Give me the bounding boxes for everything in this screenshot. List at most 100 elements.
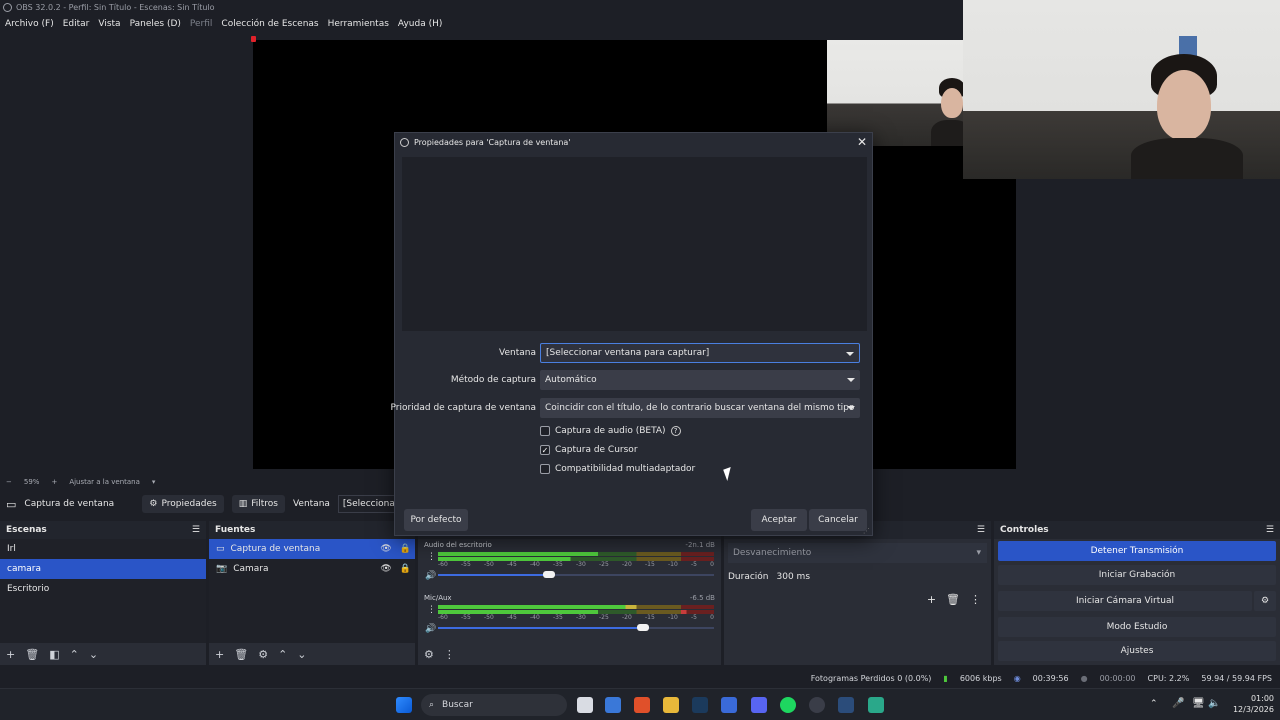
virtualcam-row: Iniciar Cámara Virtual ⚙ bbox=[994, 589, 1280, 615]
add-scene-icon[interactable]: + bbox=[6, 648, 15, 661]
store-icon[interactable] bbox=[605, 697, 621, 713]
menu-coleccion-escenas[interactable]: Colección de Escenas bbox=[221, 19, 318, 29]
transition-select[interactable]: Desvanecimiento ▾ bbox=[728, 543, 987, 563]
speaker-icon[interactable]: 🔊 bbox=[425, 571, 436, 581]
file-explorer-icon[interactable] bbox=[663, 697, 679, 713]
zoom-level: 59% bbox=[23, 478, 40, 486]
add-source-icon[interactable]: + bbox=[215, 648, 224, 661]
transition-menu-icon[interactable]: ⋮ bbox=[970, 593, 981, 606]
clock-date[interactable]: 12/3/2026 bbox=[1224, 705, 1274, 714]
delete-transition-icon[interactable]: 🗑 bbox=[946, 593, 960, 606]
menu-paneles[interactable]: Paneles (D) bbox=[130, 19, 181, 29]
channel-menu-icon[interactable]: ⋮ bbox=[427, 552, 436, 562]
settings-button[interactable]: Ajustes bbox=[998, 641, 1276, 661]
multiadapter-row[interactable]: Compatibilidad multiadaptador bbox=[540, 462, 695, 476]
close-icon[interactable]: ✕ bbox=[857, 135, 867, 149]
channel-menu-icon[interactable]: ⋮ bbox=[427, 605, 436, 615]
obs-logo-icon bbox=[400, 137, 409, 147]
zoom-out-button[interactable]: − bbox=[6, 478, 12, 486]
source-item-window-capture[interactable]: ▭ Captura de ventana 👁 🔒 bbox=[209, 539, 415, 559]
menu-archivo[interactable]: Archivo (F) bbox=[5, 19, 54, 29]
method-label: Método de captura bbox=[450, 375, 536, 385]
properties-button[interactable]: ⚙ Propiedades bbox=[142, 495, 224, 513]
audio-capture-checkbox[interactable] bbox=[540, 426, 550, 436]
cursor-capture-row[interactable]: ✓ Captura de Cursor bbox=[540, 443, 638, 457]
dock-menu-icon[interactable]: ☰ bbox=[977, 525, 985, 535]
add-transition-icon[interactable]: + bbox=[927, 593, 936, 606]
chevron-down-icon[interactable]: ▾ bbox=[152, 478, 156, 486]
dock-menu-icon[interactable]: ☰ bbox=[192, 525, 200, 535]
delete-scene-icon[interactable]: 🗑 bbox=[25, 648, 39, 661]
app-icon[interactable] bbox=[721, 697, 737, 713]
multiadapter-checkbox[interactable] bbox=[540, 464, 550, 474]
method-select[interactable]: Automático bbox=[540, 370, 860, 390]
task-view-icon[interactable] bbox=[577, 697, 593, 713]
menu-herramientas[interactable]: Herramientas bbox=[328, 19, 389, 29]
eye-icon[interactable]: 👁 bbox=[380, 544, 391, 554]
resize-grip-icon[interactable]: ⋰ bbox=[863, 527, 870, 535]
volume-knob[interactable] bbox=[542, 571, 555, 578]
zoom-in-button[interactable]: + bbox=[51, 478, 57, 486]
move-up-icon[interactable]: ⌃ bbox=[278, 648, 287, 661]
menu-perfil[interactable]: Perfil bbox=[190, 19, 213, 29]
move-down-icon[interactable]: ⌄ bbox=[297, 648, 306, 661]
move-down-icon[interactable]: ⌄ bbox=[89, 648, 98, 661]
zoom-fit-select[interactable]: Ajustar a la ventana bbox=[69, 478, 140, 486]
priority-select[interactable]: Coincidir con el título, de lo contrario… bbox=[540, 398, 860, 418]
volume-icon[interactable]: 🔈 bbox=[1208, 698, 1220, 709]
window-select[interactable]: [Seleccionar ventana para capturar] bbox=[540, 343, 860, 363]
discord-icon[interactable] bbox=[751, 697, 767, 713]
taskbar-search[interactable]: ⌕ Buscar bbox=[421, 694, 567, 716]
volume-slider[interactable] bbox=[438, 624, 714, 631]
network-icon[interactable]: 🖥 bbox=[1192, 698, 1205, 709]
spotify-icon[interactable] bbox=[780, 697, 796, 713]
windows-start-icon[interactable] bbox=[396, 697, 412, 713]
microphone-icon[interactable]: 🎤 bbox=[1172, 698, 1184, 709]
source-settings-icon[interactable]: ⚙ bbox=[258, 648, 268, 661]
duration-spinbox[interactable]: 300 ms bbox=[777, 572, 987, 582]
steam-icon[interactable] bbox=[838, 697, 854, 713]
audio-capture-row[interactable]: Captura de audio (BETA) ? bbox=[540, 424, 681, 438]
stop-stream-button[interactable]: Detener Transmisión bbox=[998, 541, 1276, 561]
virtualcam-settings-icon[interactable]: ⚙ bbox=[1254, 591, 1276, 611]
speaker-icon[interactable]: 🔊 bbox=[425, 624, 436, 634]
menu-ayuda[interactable]: Ayuda (H) bbox=[398, 19, 442, 29]
volume-slider[interactable] bbox=[438, 571, 714, 578]
mixer-toolbar: ⚙ ⋮ bbox=[418, 643, 721, 665]
start-virtualcam-button[interactable]: Iniciar Cámara Virtual bbox=[998, 591, 1252, 611]
move-up-icon[interactable]: ⌃ bbox=[70, 648, 79, 661]
scene-item-escritorio[interactable]: Escritorio bbox=[0, 579, 206, 599]
source-item-camara[interactable]: 📷 Camara 👁 🔒 bbox=[209, 559, 415, 579]
app-icon[interactable] bbox=[868, 697, 884, 713]
cursor-capture-checkbox[interactable]: ✓ bbox=[540, 445, 550, 455]
eye-icon[interactable]: 👁 bbox=[380, 564, 391, 574]
defaults-button[interactable]: Por defecto bbox=[404, 509, 468, 531]
recording-marker bbox=[251, 36, 256, 42]
scene-item-irl[interactable]: Irl bbox=[0, 539, 206, 559]
context-window-label: Ventana bbox=[292, 499, 330, 509]
menu-editar[interactable]: Editar bbox=[63, 19, 90, 29]
volume-meter bbox=[438, 552, 714, 556]
ok-button[interactable]: Aceptar bbox=[751, 509, 807, 531]
steam-icon[interactable] bbox=[692, 697, 708, 713]
cancel-button[interactable]: Cancelar bbox=[809, 509, 867, 531]
volume-knob[interactable] bbox=[636, 624, 649, 631]
dock-menu-icon[interactable]: ☰ bbox=[1266, 525, 1274, 535]
obs-icon[interactable] bbox=[809, 697, 825, 713]
filter-scene-icon[interactable]: ◧ bbox=[49, 648, 59, 661]
lock-icon[interactable]: 🔒 bbox=[400, 544, 411, 554]
chevron-up-icon[interactable]: ⌃ bbox=[1150, 699, 1158, 709]
studio-mode-button[interactable]: Modo Estudio bbox=[998, 617, 1276, 637]
brave-browser-icon[interactable] bbox=[634, 697, 650, 713]
delete-source-icon[interactable]: 🗑 bbox=[234, 648, 248, 661]
mixer-menu-icon[interactable]: ⋮ bbox=[444, 648, 455, 661]
clock-time[interactable]: 01:00 bbox=[1224, 694, 1274, 703]
filters-button[interactable]: ▥ Filtros bbox=[231, 495, 285, 513]
lock-icon[interactable]: 🔒 bbox=[400, 564, 411, 574]
scene-item-camara[interactable]: camara bbox=[0, 559, 206, 579]
mixer-settings-icon[interactable]: ⚙ bbox=[424, 648, 434, 661]
menu-vista[interactable]: Vista bbox=[98, 19, 120, 29]
start-recording-button[interactable]: Iniciar Grabación bbox=[998, 565, 1276, 585]
chevron-down-icon: ▾ bbox=[976, 548, 981, 558]
help-icon[interactable]: ? bbox=[670, 426, 681, 436]
